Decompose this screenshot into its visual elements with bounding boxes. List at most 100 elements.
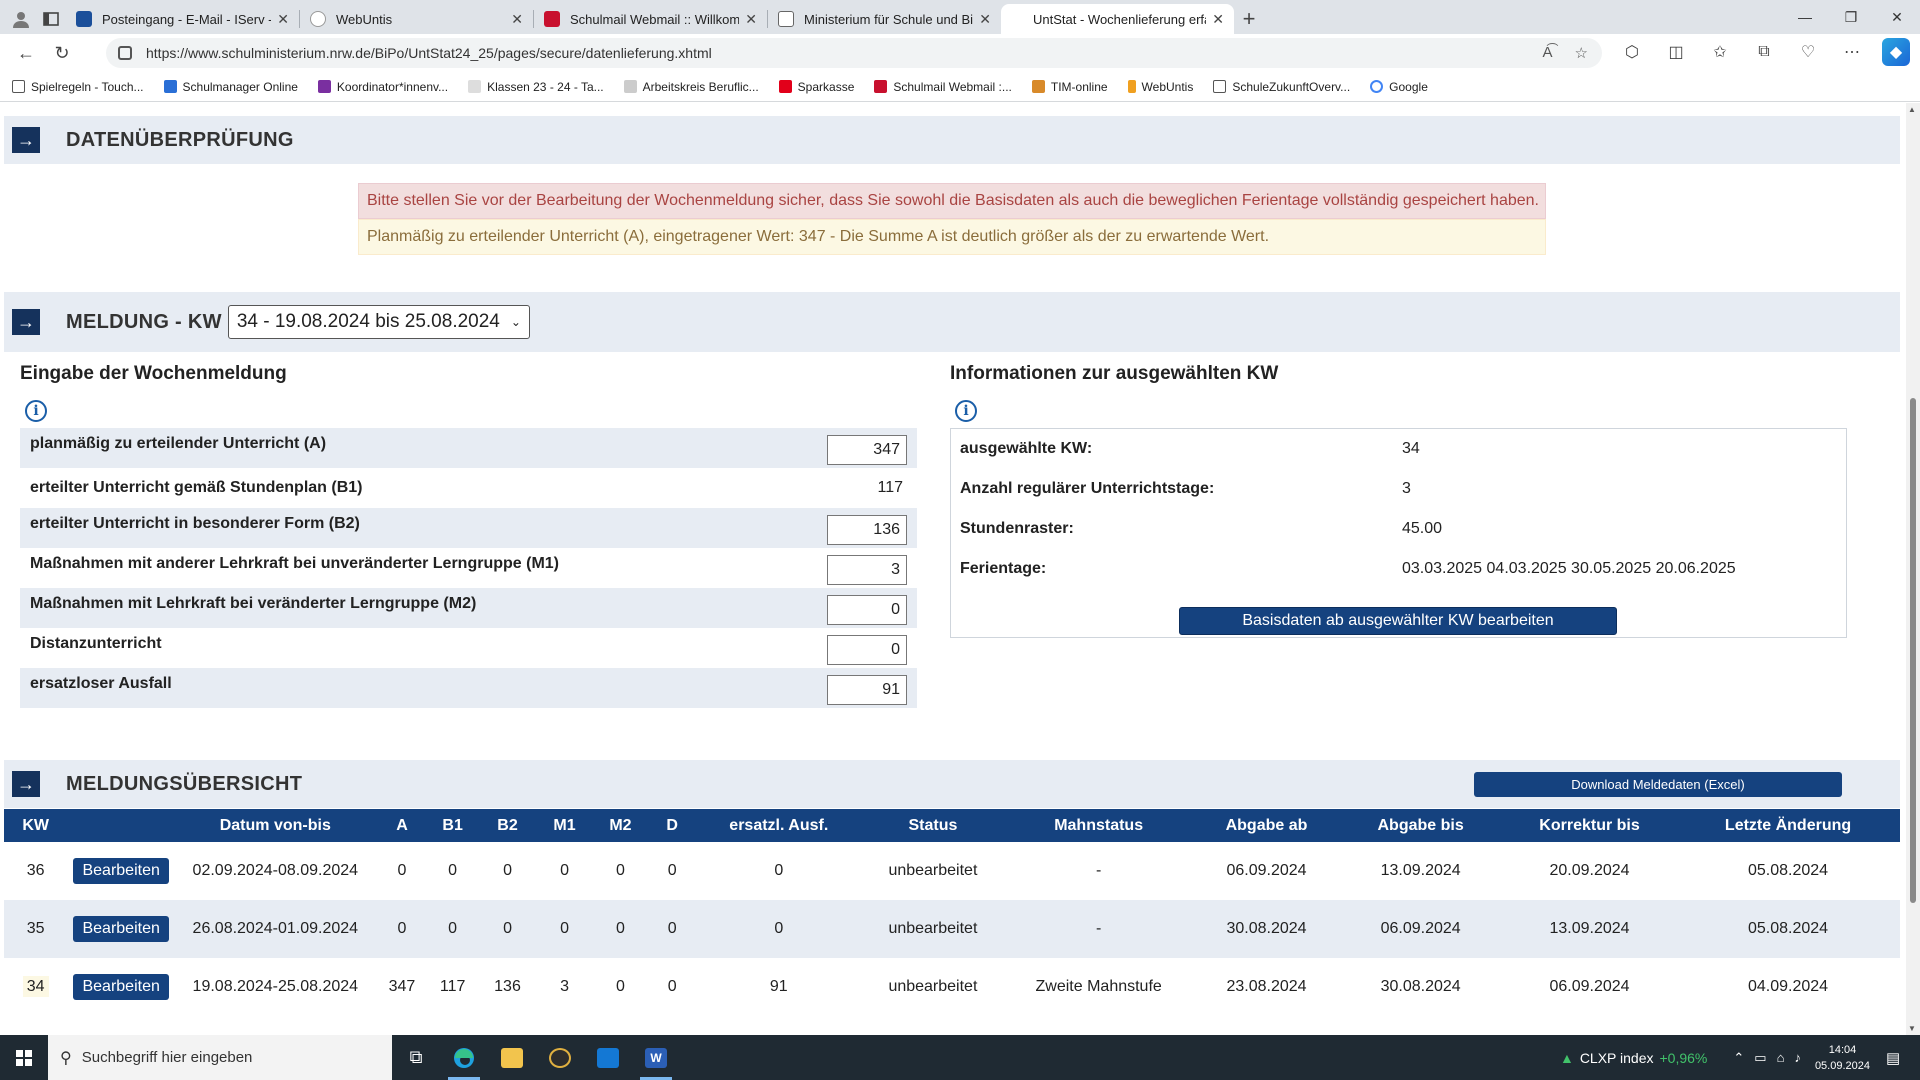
input-ausfall[interactable]: 91 [827,675,907,705]
bookmark-tim-online[interactable]: TIM-online [1031,80,1108,94]
input-distanz[interactable]: 0 [827,635,907,665]
copilot-icon[interactable]: ◆ [1882,38,1910,66]
volume-icon[interactable]: ♪ [1794,1050,1801,1066]
bookmark-webuntis[interactable]: WebUntis [1127,80,1193,94]
new-tab-button[interactable]: + [1234,4,1264,34]
close-icon[interactable]: ✕ [1212,11,1224,28]
edit-button[interactable]: Bearbeiten [73,916,169,942]
tab-actions-icon[interactable] [36,4,66,34]
info-icon[interactable]: i [955,400,977,422]
col-header: Mahnstatus [1002,809,1195,842]
page-scrollbar[interactable]: ▲ ▼ [1906,103,1920,1035]
favorite-star-icon[interactable]: ☆ [1575,44,1588,62]
network-icon[interactable]: ⌂ [1777,1050,1785,1066]
table-header-row: KW Datum von-bis A B1 B2 M1 M2 D ersatzl… [4,809,1900,842]
input-m2[interactable]: 0 [827,595,907,625]
cell-status: unbearbeitet [863,900,1003,958]
profile-icon[interactable] [6,4,36,34]
arrow-right-icon[interactable]: → [12,771,40,797]
collections-icon[interactable]: ⧉ [1750,38,1778,66]
scroll-up-icon[interactable]: ▲ [1908,105,1916,114]
cell-datum: 19.08.2024-25.08.2024 [175,958,376,1016]
bookmark-schulezukunft[interactable]: SchuleZukunftOverv... [1213,80,1350,94]
info-icon[interactable]: i [25,400,47,422]
stock-ticker[interactable]: ▲ CLXP index +0,96% [1560,1050,1707,1066]
taskbar-clock[interactable]: 14:04 05.09.2024 [1815,1042,1870,1074]
arrow-right-icon[interactable]: → [12,127,40,153]
download-excel-button[interactable]: Download Meldedaten (Excel) [1474,772,1842,797]
scroll-down-icon[interactable]: ▼ [1908,1024,1916,1033]
split-screen-icon[interactable]: ◫ [1662,38,1690,66]
bookmark-klassen[interactable]: Klassen 23 - 24 - Ta... [468,80,604,94]
task-view-icon[interactable]: ⧉ [392,1035,440,1080]
cell-ausfall: 91 [694,958,864,1016]
windows-start-icon[interactable] [0,1035,48,1080]
read-aloud-icon[interactable]: A͡ [1543,44,1553,62]
input-a[interactable]: 347 [827,435,907,465]
close-icon[interactable]: ✕ [979,11,991,28]
favorites-icon[interactable]: ✩ [1706,38,1734,66]
edit-basisdaten-button[interactable]: Basisdaten ab ausgewählter KW bearbeiten [1179,607,1617,635]
close-icon[interactable]: ✕ [277,11,289,28]
app-icon[interactable] [536,1035,584,1080]
input-m1[interactable]: 3 [827,555,907,585]
section-title: MELDUNG - KW [66,310,222,333]
field-label: Distanzunterricht [30,635,162,652]
browser-tabbar: Posteingang - E-Mail - IServ - rkr... ✕ … [0,0,1920,34]
browser-essentials-icon[interactable]: ♡ [1794,38,1822,66]
google-icon [1370,80,1384,93]
tab-iserv[interactable]: Posteingang - E-Mail - IServ - rkr... ✕ [66,4,299,34]
edit-button[interactable]: Bearbeiten [73,858,169,884]
file-explorer-icon[interactable] [488,1035,536,1080]
edge-icon[interactable] [440,1035,488,1080]
close-window-icon[interactable]: ✕ [1874,0,1920,34]
restore-icon[interactable]: ❐ [1828,0,1874,34]
taskbar-search[interactable]: ⚲ Suchbegriff hier eingeben [48,1035,392,1080]
chevron-up-icon[interactable]: ⌃ [1733,1050,1744,1066]
extensions-icon[interactable]: ⬡ [1618,38,1646,66]
tab-webuntis[interactable]: WebUntis ✕ [300,4,533,34]
bookmark-arbeitskreis[interactable]: Arbeitskreis Beruflic... [623,80,759,94]
bookmark-schulmail[interactable]: Schulmail Webmail :... [874,80,1012,94]
bookmarks-bar: Spielregeln - Touch... Schulmanager Onli… [0,72,1920,102]
battery-icon[interactable]: ▭ [1754,1050,1766,1066]
scrollbar-thumb[interactable] [1910,398,1916,903]
tab-schulmail[interactable]: Schulmail Webmail :: Willkommen ✕ [534,4,767,34]
info-value: 45.00 [1402,520,1443,537]
address-bar[interactable]: https://www.schulministerium.nrw.de/BiPo… [106,38,1602,68]
tab-label: WebUntis [336,11,393,27]
notification-icon[interactable]: ▤ [1886,1049,1912,1067]
close-icon[interactable]: ✕ [511,11,523,28]
bookmark-koordinator[interactable]: Koordinator*innenv... [317,80,448,94]
col-header: M1 [538,809,591,842]
tray-icons: ⌃ ▭ ⌂ ♪ [1733,1050,1801,1066]
cell-status: unbearbeitet [863,842,1003,900]
col-header [67,809,175,842]
bookmark-sparkasse[interactable]: Sparkasse [778,80,854,94]
word-icon[interactable]: W [632,1035,680,1080]
back-icon[interactable]: ← [8,37,44,69]
cell-action: Bearbeiten [67,958,175,1016]
arrow-right-icon[interactable]: → [12,309,40,335]
edit-button[interactable]: Bearbeiten [73,974,169,1000]
more-menu-icon[interactable]: ⋯ [1838,38,1866,66]
cell-datum: 26.08.2024-01.09.2024 [175,900,376,958]
reload-icon[interactable]: ↻ [44,37,80,69]
kw-select[interactable]: 34 - 19.08.2024 bis 25.08.2024 ⌄ [227,305,530,339]
outlook-icon[interactable] [584,1035,632,1080]
lock-icon[interactable] [118,46,132,60]
clock-time: 14:04 [1828,1043,1857,1056]
tab-ministerium[interactable]: Ministerium für Schule und Bildung ✕ [768,4,1001,34]
search-icon: ⚲ [60,1049,72,1067]
minimize-icon[interactable]: — [1782,0,1828,34]
col-header: Status [863,809,1003,842]
bookmark-spielregeln[interactable]: Spielregeln - Touch... [12,80,144,94]
tab-untstat[interactable]: UntStat - Wochenlieferung erfass... ✕ [1001,4,1234,34]
bookmark-google[interactable]: Google [1370,80,1428,94]
cell-b2: 0 [476,900,539,958]
bookmark-schulmanager[interactable]: Schulmanager Online [163,80,298,94]
info-row-kw: ausgewählte KW: 34 [951,429,1846,469]
close-icon[interactable]: ✕ [745,11,757,28]
input-b2[interactable]: 136 [827,515,907,545]
window-controls: — ❐ ✕ [1782,0,1920,34]
